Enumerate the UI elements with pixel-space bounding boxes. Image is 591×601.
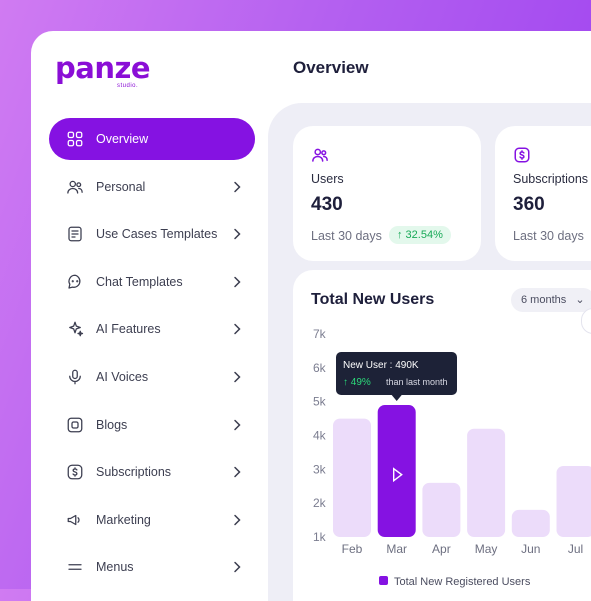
sidebar-item-menus[interactable]: Menus (49, 546, 255, 588)
logo-wordmark: panze (55, 53, 150, 83)
y-tick-label: 2k (313, 496, 327, 510)
subscriptions-stat-card[interactable]: Subscriptions 360 Last 30 days (495, 126, 591, 261)
chat-icon (66, 273, 84, 291)
x-tick-label: Mar (386, 542, 407, 556)
tooltip-note: than last month (386, 377, 448, 387)
bar (557, 466, 591, 537)
sidebar: Overview Personal Use Cases Templates Chat … (49, 118, 255, 594)
legend-label: Total New Registered Users (394, 576, 531, 588)
page-title: Overview (293, 58, 369, 78)
sparkle-icon (66, 320, 84, 338)
x-tick-label: Jun (521, 542, 540, 556)
main-content: Users 430 Last 30 days ↑ 32.54% Subscrip… (268, 103, 591, 601)
bar (512, 510, 550, 537)
bar (333, 419, 371, 537)
chevron-right-icon (229, 179, 245, 195)
menu-icon (66, 558, 84, 576)
total-new-users-chart-card: Total New Users 6 months ⌄ 7k6k5k4k3k2k1… (293, 270, 591, 601)
chevron-right-icon (229, 417, 245, 433)
sidebar-item-label: Menus (96, 560, 134, 574)
x-tick-label: Feb (342, 542, 363, 556)
stat-value: 360 (513, 194, 545, 216)
sidebar-item-ai-voices[interactable]: AI Voices (49, 356, 255, 398)
app-window: panze studio. Overview Overview Personal U… (31, 31, 591, 601)
y-tick-label: 5k (313, 395, 327, 409)
chevron-right-icon (229, 321, 245, 337)
tooltip-title: New User : 490K (343, 360, 419, 371)
dollar-icon (513, 146, 531, 164)
sidebar-item-subscriptions[interactable]: Subscriptions (49, 451, 255, 493)
chevron-right-icon (229, 226, 245, 242)
stat-value: 430 (311, 194, 343, 216)
chevron-right-icon (229, 274, 245, 290)
y-tick-label: 4k (313, 429, 327, 443)
y-tick-label: 6k (313, 361, 327, 375)
sidebar-item-personal[interactable]: Personal (49, 166, 255, 208)
dollar-icon (66, 463, 84, 481)
blog-icon (66, 416, 84, 434)
template-icon (66, 225, 84, 243)
chevron-right-icon (229, 559, 245, 575)
x-tick-label: Apr (432, 542, 451, 556)
sidebar-item-label: Chat Templates (96, 275, 183, 289)
sidebar-item-label: Marketing (96, 513, 151, 527)
tooltip (336, 352, 457, 395)
chevron-right-icon (229, 464, 245, 480)
tooltip-change: ↑ 49% (343, 377, 371, 388)
sidebar-item-ai-features[interactable]: AI Features (49, 308, 255, 350)
sidebar-item-overview[interactable]: Overview (49, 118, 255, 160)
users-stat-card[interactable]: Users 430 Last 30 days ↑ 32.54% (293, 126, 481, 261)
sidebar-item-use-cases-templates[interactable]: Use Cases Templates (49, 213, 255, 255)
sidebar-item-label: Blogs (96, 418, 127, 432)
stat-label: Users (311, 172, 344, 186)
sidebar-item-label: Overview (96, 132, 148, 146)
brand-logo[interactable]: panze studio. (55, 53, 150, 83)
microphone-icon (66, 368, 84, 386)
bar-chart: 7k 6k 5k 4k 3k 2k 1k Feb Mar Apr May Jun Jul New User… (293, 270, 591, 601)
stat-label: Subscriptions (513, 172, 588, 186)
users-icon (66, 178, 84, 196)
stat-period: Last 30 days (513, 229, 584, 243)
sidebar-item-label: AI Features (96, 322, 161, 336)
tooltip-arrow (392, 395, 402, 401)
sidebar-item-marketing[interactable]: Marketing (49, 499, 255, 541)
sidebar-item-blogs[interactable]: Blogs (49, 404, 255, 446)
bar (467, 429, 505, 537)
x-tick-label: May (475, 542, 498, 556)
megaphone-icon (66, 511, 84, 529)
chevron-right-icon (229, 512, 245, 528)
legend-swatch (379, 576, 388, 585)
sidebar-item-chat-templates[interactable]: Chat Templates (49, 261, 255, 303)
sidebar-item-label: Use Cases Templates (96, 227, 217, 241)
stat-period: Last 30 days (311, 229, 382, 243)
grid-icon (66, 130, 84, 148)
chevron-right-icon (229, 369, 245, 385)
sidebar-item-label: AI Voices (96, 370, 148, 384)
logo-subtitle: studio. (117, 83, 138, 89)
users-icon (311, 146, 329, 164)
bar (422, 483, 460, 537)
y-tick-label: 1k (313, 530, 327, 544)
sidebar-item-label: Personal (96, 180, 145, 194)
sidebar-item-label: Subscriptions (96, 465, 171, 479)
y-tick-label: 3k (313, 462, 327, 476)
y-tick-label: 7k (313, 327, 327, 341)
change-badge: ↑ 32.54% (389, 226, 451, 244)
x-tick-label: Jul (568, 542, 583, 556)
